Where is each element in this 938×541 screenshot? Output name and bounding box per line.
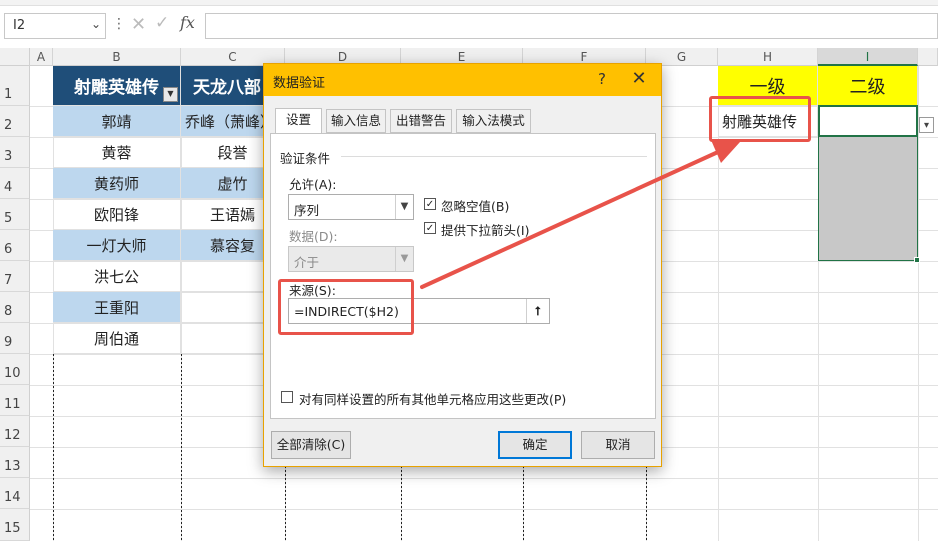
ignore-blank-label: 忽略空值(B)	[441, 199, 510, 214]
row-header-9[interactable]: 9	[0, 323, 30, 354]
data-validation-dialog: 数据验证 ? ✕ 设置 输入信息 出错警告 输入法模式 验证条件 允许(A): …	[263, 63, 662, 467]
more-options-icon[interactable]: ⋮	[112, 16, 126, 36]
cancel-entry-icon[interactable]: ✕	[131, 14, 146, 35]
allow-select[interactable]: 序列 ▼	[288, 194, 414, 220]
cell-i1[interactable]: 二级	[818, 66, 918, 106]
chevron-down-icon: ▼	[395, 247, 413, 271]
row-header-4[interactable]: 4	[0, 168, 30, 199]
annotation-highlight-source	[278, 279, 414, 335]
row-header-10[interactable]: 10	[0, 354, 30, 385]
settings-panel: 验证条件 允许(A): 序列 ▼ ✓ 忽略空值(B) ✓ 提供下拉箭头(I) 数…	[270, 133, 656, 419]
validation-dropdown-icon[interactable]: ▾	[919, 117, 934, 133]
clear-all-button[interactable]: 全部清除(C)	[271, 431, 351, 459]
filter-dropdown-icon[interactable]: ▼	[163, 87, 178, 102]
row-header-6[interactable]: 6	[0, 230, 30, 261]
ok-button[interactable]: 确定	[498, 431, 572, 459]
cell-b5[interactable]: 欧阳锋	[53, 199, 181, 230]
tab-error-alert[interactable]: 出错警告	[390, 109, 452, 133]
row-header-11[interactable]: 11	[0, 385, 30, 416]
chevron-down-icon[interactable]: ⌄	[91, 17, 101, 31]
close-icon[interactable]: ✕	[628, 68, 650, 90]
select-all-corner[interactable]	[0, 48, 30, 66]
tab-ime-mode[interactable]: 输入法模式	[456, 109, 531, 133]
allow-label: 允许(A):	[289, 177, 337, 192]
section-title: 验证条件	[280, 151, 331, 166]
cell-i2-active[interactable]	[818, 105, 918, 137]
row-header-15[interactable]: 15	[0, 509, 30, 541]
chevron-down-icon: ▼	[395, 195, 413, 219]
row-header-8[interactable]: 8	[0, 292, 30, 323]
dialog-title-bar[interactable]: 数据验证 ? ✕	[264, 64, 661, 96]
window-top-edge	[0, 0, 938, 6]
apply-all-label: 对有同样设置的所有其他单元格应用这些更改(P)	[299, 392, 567, 407]
dialog-title: 数据验证	[273, 76, 326, 91]
section-divider	[341, 156, 647, 157]
row-header-13[interactable]: 13	[0, 447, 30, 478]
column-header-a[interactable]: A	[30, 48, 53, 66]
fill-handle[interactable]	[914, 257, 920, 263]
column-header-j[interactable]	[918, 48, 938, 66]
row-header-14[interactable]: 14	[0, 478, 30, 509]
annotation-highlight-h2	[709, 96, 811, 142]
cancel-button[interactable]: 取消	[581, 431, 655, 459]
row-header-7[interactable]: 7	[0, 261, 30, 292]
cell-b3[interactable]: 黄蓉	[53, 137, 181, 168]
in-cell-dropdown-checkbox[interactable]: ✓	[424, 222, 436, 234]
insert-function-icon[interactable]: fx	[180, 13, 195, 32]
collapse-dialog-icon[interactable]: ⭡	[526, 299, 549, 323]
row-header-3[interactable]: 3	[0, 137, 30, 168]
cell-b1-text: 射雕英雄传	[74, 78, 159, 98]
row-header-1[interactable]: 1	[0, 66, 30, 106]
name-box-value: I2	[13, 18, 26, 33]
column-header-i[interactable]: I	[818, 48, 918, 66]
selected-range-i3-i6[interactable]	[818, 137, 918, 261]
cell-b1[interactable]: 射雕英雄传 ▼	[53, 66, 181, 106]
cell-b7[interactable]: 洪七公	[53, 261, 181, 292]
ignore-blank-checkbox[interactable]: ✓	[424, 198, 436, 210]
help-icon[interactable]: ?	[592, 70, 612, 90]
row-header-5[interactable]: 5	[0, 199, 30, 230]
cell-b6[interactable]: 一灯大师	[53, 230, 181, 261]
name-box[interactable]: I2 ⌄	[4, 13, 106, 39]
tab-settings[interactable]: 设置	[275, 108, 322, 134]
in-cell-dropdown-label: 提供下拉箭头(I)	[441, 223, 530, 238]
apply-all-checkbox[interactable]	[281, 391, 293, 403]
row-header-12[interactable]: 12	[0, 416, 30, 447]
tab-input-message[interactable]: 输入信息	[326, 109, 386, 133]
data-select: 介于 ▼	[288, 246, 414, 272]
cell-b2[interactable]: 郭靖	[53, 106, 181, 137]
data-select-value: 介于	[294, 255, 320, 270]
enter-entry-icon[interactable]: ✓	[155, 13, 169, 33]
column-header-h[interactable]: H	[718, 48, 818, 66]
data-label: 数据(D):	[289, 229, 338, 244]
allow-select-value: 序列	[294, 203, 320, 218]
cell-b8[interactable]: 王重阳	[53, 292, 181, 323]
row-header-2[interactable]: 2	[0, 106, 30, 137]
cell-b9[interactable]: 周伯通	[53, 323, 181, 354]
cell-b4[interactable]: 黄药师	[53, 168, 181, 199]
column-header-b[interactable]: B	[53, 48, 181, 66]
formula-input[interactable]	[205, 13, 938, 39]
